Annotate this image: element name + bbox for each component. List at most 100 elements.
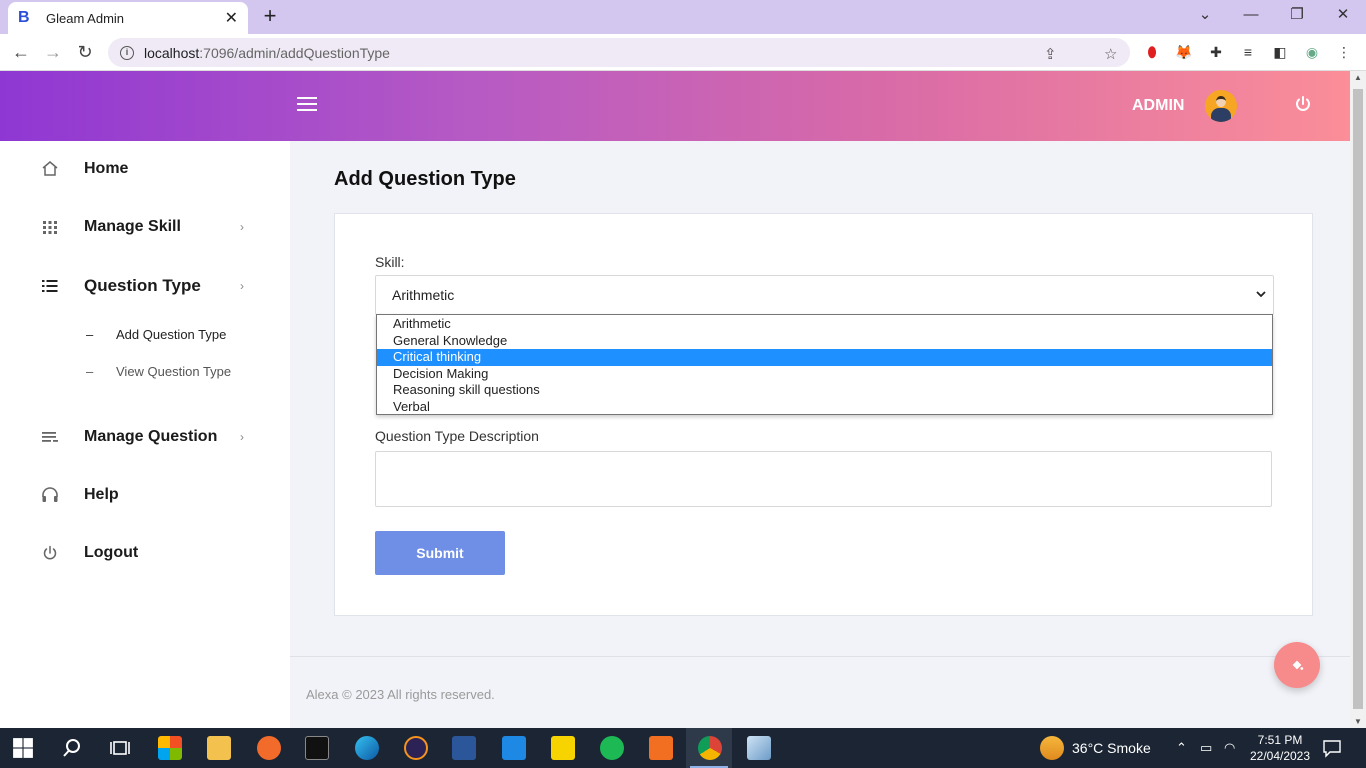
media-queue-icon[interactable]: ≡ bbox=[1238, 42, 1258, 62]
wifi-icon[interactable]: ◠ bbox=[1224, 740, 1235, 756]
minimize-button[interactable]: — bbox=[1228, 0, 1274, 34]
sidebar-item-label: Manage Skill bbox=[84, 218, 181, 235]
sidebar-item-label: Question Type bbox=[84, 276, 201, 295]
taskbar-clock[interactable]: 7:51 PM 22/04/2023 bbox=[1244, 732, 1316, 764]
footer-divider bbox=[290, 656, 1350, 657]
profile-avatar-icon[interactable]: ◉ bbox=[1302, 42, 1322, 62]
dropdown-option[interactable]: Arithmetic bbox=[377, 316, 1272, 333]
restore-button[interactable]: ❐ bbox=[1274, 0, 1320, 34]
theme-settings-button[interactable] bbox=[1274, 642, 1320, 688]
sidebar-item-question-type[interactable]: Question Type › bbox=[0, 266, 290, 306]
site-info-icon[interactable]: i bbox=[120, 45, 134, 60]
chrome-icon[interactable] bbox=[698, 736, 722, 760]
paint-bucket-icon bbox=[1292, 660, 1304, 670]
top-navbar: ADMIN bbox=[0, 71, 1350, 141]
submit-button[interactable]: Submit bbox=[375, 531, 505, 575]
chevron-down-icon bbox=[1256, 291, 1266, 298]
tab-close-icon[interactable]: ✕ bbox=[225, 8, 238, 28]
sticky-notes-icon[interactable] bbox=[551, 736, 575, 760]
calendar-icon[interactable] bbox=[502, 736, 526, 760]
postman-icon[interactable] bbox=[257, 736, 281, 760]
scroll-thumb[interactable] bbox=[1353, 89, 1363, 709]
skill-select-value: Arithmetic bbox=[392, 287, 455, 303]
back-icon[interactable]: ← bbox=[8, 40, 34, 66]
headset-icon bbox=[42, 487, 58, 502]
page-scrollbar[interactable]: ▲ ▼ bbox=[1350, 71, 1366, 728]
description-textarea[interactable] bbox=[375, 451, 1272, 507]
windows-start-icon[interactable] bbox=[12, 737, 34, 759]
sidebar-item-home[interactable]: Home bbox=[0, 149, 290, 189]
skill-select[interactable]: Arithmetic bbox=[375, 275, 1274, 315]
dash-icon: – bbox=[86, 326, 94, 342]
edge-browser-icon[interactable] bbox=[355, 736, 379, 760]
sidebar-item-label: Logout bbox=[84, 544, 139, 561]
battery-icon[interactable]: ▭ bbox=[1200, 740, 1212, 756]
reload-icon[interactable]: ↻ bbox=[72, 40, 98, 66]
sidebar: Home Manage Skill › Question Type › – Ad… bbox=[0, 141, 290, 728]
chevron-right-icon: › bbox=[240, 430, 244, 444]
dropdown-option-highlighted[interactable]: Critical thinking bbox=[377, 349, 1272, 366]
pdf-app-icon[interactable] bbox=[649, 736, 673, 760]
weather-icon bbox=[1040, 736, 1064, 760]
dropdown-option[interactable]: General Knowledge bbox=[377, 333, 1272, 350]
share-icon[interactable]: ⇪ bbox=[1044, 45, 1057, 63]
terminal-icon[interactable] bbox=[305, 736, 329, 760]
search-icon[interactable] bbox=[60, 736, 84, 760]
sidebar-item-manage-skill[interactable]: Manage Skill › bbox=[0, 207, 290, 247]
power-icon bbox=[43, 545, 57, 560]
browser-tab[interactable]: B Gleam Admin ✕ bbox=[8, 2, 248, 34]
url-text: localhost:7096/admin/addQuestionType bbox=[144, 44, 390, 61]
chevron-right-icon: › bbox=[240, 279, 244, 293]
extensions-puzzle-icon[interactable]: ✚ bbox=[1206, 42, 1226, 62]
sidebar-item-help[interactable]: Help bbox=[0, 475, 290, 515]
favicon-icon: B bbox=[18, 9, 30, 26]
dropdown-option[interactable]: Reasoning skill questions bbox=[377, 382, 1272, 399]
scroll-up-icon[interactable]: ▲ bbox=[1350, 73, 1366, 82]
new-tab-button[interactable]: + bbox=[258, 4, 282, 28]
snipping-tool-icon[interactable] bbox=[747, 736, 771, 760]
app-viewport: ADMIN Home Manage Skill › Question Type … bbox=[0, 71, 1350, 728]
sidebar-item-label: Manage Question bbox=[84, 428, 218, 445]
page-title: Add Question Type bbox=[334, 168, 516, 190]
sidebar-item-label: Help bbox=[84, 486, 119, 503]
tab-title: Gleam Admin bbox=[46, 10, 125, 26]
weather-text[interactable]: 36°C Smoke bbox=[1072, 740, 1151, 756]
url-bar[interactable]: i localhost:7096/admin/addQuestionType ⇪… bbox=[108, 38, 1130, 67]
sidebar-item-manage-question[interactable]: Manage Question › bbox=[0, 417, 290, 457]
sidebar-subitem-label: Add Question Type bbox=[116, 326, 227, 342]
bookmark-star-icon[interactable]: ☆ bbox=[1104, 45, 1117, 63]
dropdown-option[interactable]: Decision Making bbox=[377, 366, 1272, 383]
address-toolbar: ← → ↻ i localhost:7096/admin/addQuestion… bbox=[0, 34, 1366, 71]
skill-label: Skill: bbox=[375, 254, 405, 270]
task-view-icon[interactable] bbox=[108, 736, 132, 760]
side-panel-icon[interactable]: ◧ bbox=[1270, 42, 1290, 62]
admin-avatar[interactable] bbox=[1205, 90, 1237, 122]
spotify-icon[interactable] bbox=[600, 736, 624, 760]
file-explorer-icon[interactable] bbox=[207, 736, 231, 760]
chevron-right-icon: › bbox=[240, 220, 244, 234]
dropdown-option[interactable]: Verbal bbox=[377, 399, 1272, 416]
notifications-icon[interactable] bbox=[1322, 738, 1342, 758]
sidebar-subitem-add-question-type[interactable]: – Add Question Type bbox=[86, 324, 226, 344]
power-icon[interactable] bbox=[1294, 95, 1312, 113]
metamask-extension-icon[interactable]: 🦊 bbox=[1174, 42, 1194, 62]
admin-label: ADMIN bbox=[1132, 97, 1185, 114]
word-icon[interactable] bbox=[452, 736, 476, 760]
forward-icon[interactable]: → bbox=[40, 40, 66, 66]
lines-icon bbox=[42, 432, 58, 442]
browser-menu-icon[interactable]: ⋮ bbox=[1334, 42, 1354, 62]
scroll-down-icon[interactable]: ▼ bbox=[1350, 717, 1366, 726]
browser-tab-bar: B Gleam Admin ✕ + ⌄ — ❐ ✕ bbox=[0, 0, 1366, 34]
grid-icon bbox=[43, 221, 57, 234]
skill-dropdown-list: Arithmetic General Knowledge Critical th… bbox=[376, 314, 1273, 415]
tab-search-icon[interactable]: ⌄ bbox=[1182, 0, 1228, 34]
close-window-button[interactable]: ✕ bbox=[1320, 0, 1366, 34]
eclipse-icon[interactable] bbox=[404, 736, 428, 760]
tray-chevron-icon[interactable]: ⌃ bbox=[1176, 740, 1187, 756]
sidebar-item-logout[interactable]: Logout bbox=[0, 533, 290, 573]
microsoft-store-icon[interactable] bbox=[158, 736, 182, 760]
sidebar-subitem-view-question-type[interactable]: – View Question Type bbox=[86, 361, 231, 381]
dash-icon: – bbox=[86, 363, 94, 379]
hamburger-menu-icon[interactable] bbox=[297, 97, 317, 113]
opera-extension-icon[interactable]: ⬮ bbox=[1142, 42, 1162, 62]
